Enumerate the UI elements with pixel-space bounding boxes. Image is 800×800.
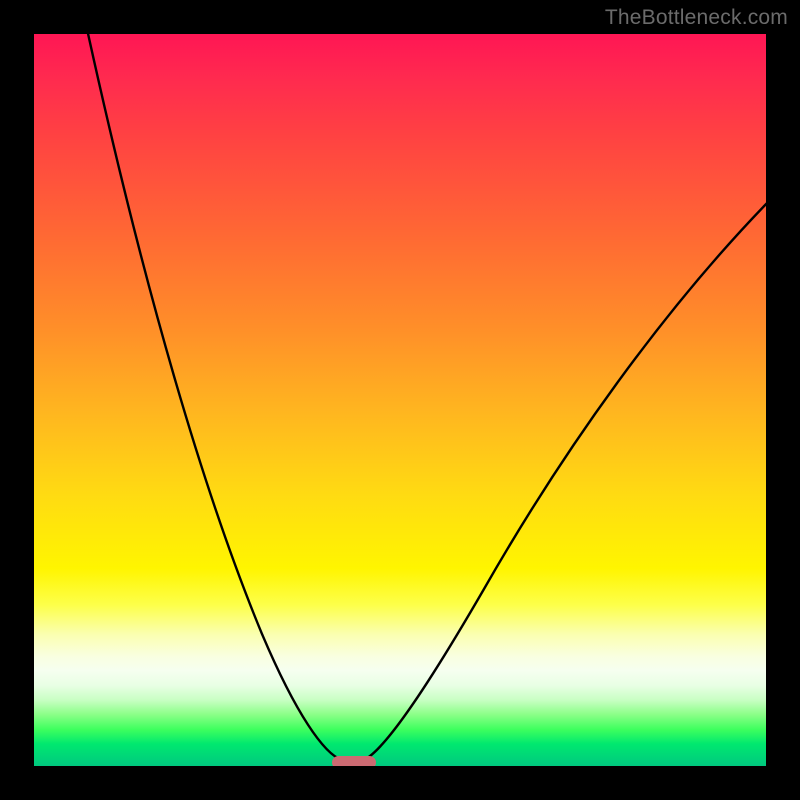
chart-frame: TheBottleneck.com [0,0,800,800]
plot-area [34,34,766,766]
right-curve [364,201,766,760]
curve-overlay [34,34,766,766]
vertex-marker [332,756,376,766]
left-curve [87,34,342,760]
watermark-text: TheBottleneck.com [605,6,788,30]
